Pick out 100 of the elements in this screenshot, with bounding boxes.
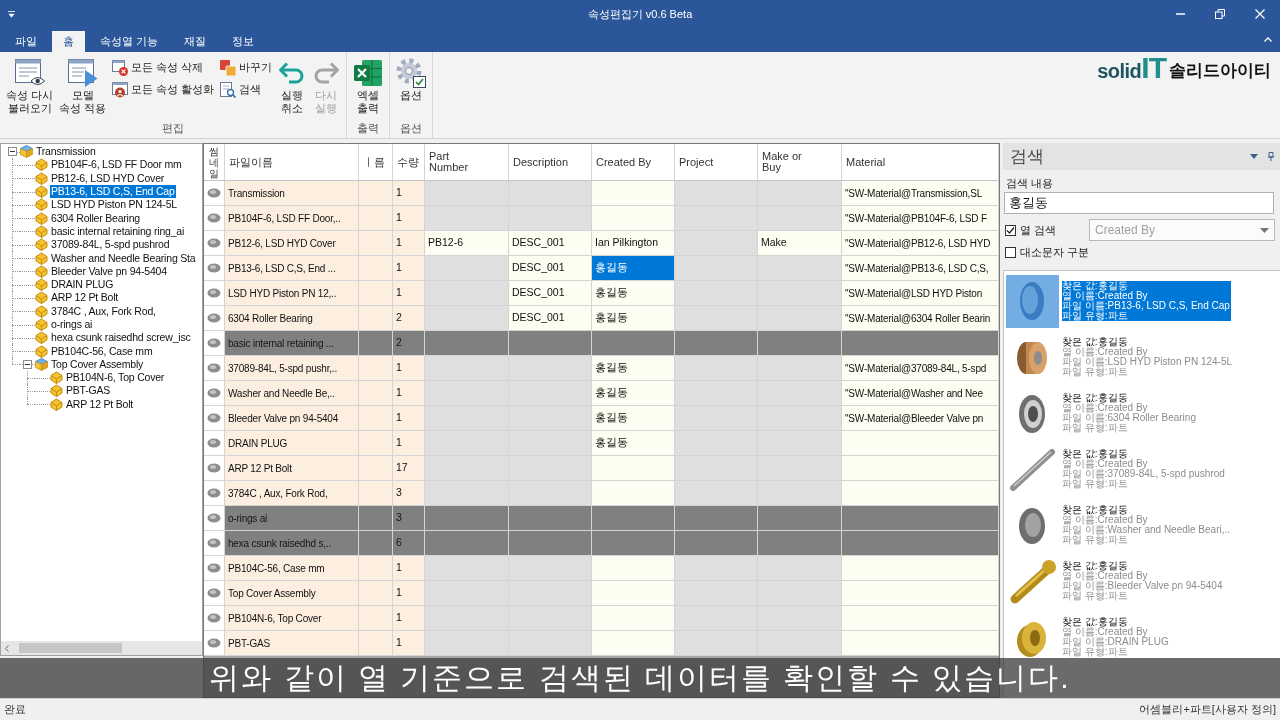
scroll-left-icon[interactable] — [5, 644, 9, 652]
checkbox-label: 대소문자 구분 — [1020, 245, 1090, 259]
column-header[interactable]: Make or Buy — [758, 144, 842, 180]
column-header[interactable]: 파일이름 — [225, 144, 359, 180]
checkbox[interactable] — [1005, 246, 1016, 258]
checkbox[interactable] — [1005, 224, 1016, 236]
tree-item[interactable]: PB104N-6, Top Cover — [65, 371, 166, 385]
table-cell: 1 — [393, 256, 425, 280]
column-header[interactable]: Material — [842, 144, 999, 180]
horizontal-scrollbar[interactable] — [1, 641, 202, 655]
dropdown-arrow-icon[interactable] — [8, 10, 15, 18]
search-result[interactable]: 찾은 값:홍길동 열 이름:Created By 파일 이름:Bleeder Valve pn 94-5404 파일 유형:파트 — [1062, 561, 1224, 601]
caret-down-icon[interactable] — [1250, 154, 1258, 159]
tree-item[interactable]: basic internal retaining ring_ai — [50, 224, 186, 238]
search-result[interactable]: 찾은 값:홍길동 열 이름:Created By 파일 이름:Washer and Needle Beari,.. 파일 유형:파트 — [1062, 505, 1232, 545]
table-cell: Washer and Needle Be,.. — [225, 381, 359, 405]
tree-item[interactable]: Transmission — [35, 145, 97, 159]
table-cell: 3784C , Aux, Fork Rod, — [225, 481, 359, 505]
logo-mark: IT — [1141, 54, 1166, 81]
ribbon-tab[interactable]: 정보 — [221, 31, 266, 52]
ribbon-button[interactable]: 검색 — [217, 79, 274, 100]
table-cell: hexa csunk raisedhd s,.. — [225, 531, 359, 555]
ribbon-tab[interactable]: 홈 — [52, 31, 85, 52]
ribbon-tab[interactable]: 속성열 기능 — [89, 31, 170, 52]
minimize-icon[interactable] — [1175, 13, 1185, 15]
pin-icon[interactable] — [1268, 152, 1274, 161]
tree-item[interactable]: PB13-6, LSD C,S, End Cap — [50, 185, 176, 199]
tree-item[interactable]: PB104C-56, Case mm — [50, 344, 154, 358]
table-cell: DESC_001 — [509, 306, 592, 330]
tree-item[interactable]: 6304 Roller Bearing — [50, 211, 141, 225]
replace-icon — [219, 59, 236, 76]
collapse-icon[interactable] — [23, 359, 32, 369]
part-thumbnail-icon — [207, 288, 221, 298]
ribbon-button[interactable]: 실행 취소 — [274, 57, 309, 115]
table-cell: "SW-Material@LSD HYD Piston — [842, 281, 999, 305]
tree-item[interactable]: o-rings ai — [50, 318, 94, 331]
ribbon-tab[interactable]: 재질 — [173, 31, 218, 52]
table-cell: 1 — [393, 181, 425, 205]
chevron-down-icon — [1260, 227, 1269, 233]
logo-text: 솔리드아이티 — [1169, 62, 1271, 80]
block-icon — [35, 344, 48, 358]
ribbon-button[interactable]: 엑셀 출력 — [349, 57, 386, 115]
search-result[interactable]: 찾은 값:홍길동 열 이름:Created By 파일 이름:PB13-6, LSD C,S, End Cap 파일 유형:파트 — [1062, 281, 1231, 321]
column-header[interactable]: Description — [509, 144, 592, 180]
ribbon-button[interactable]: 옵션 — [392, 57, 429, 102]
block-icon — [35, 171, 48, 185]
table-cell: 1 — [393, 431, 425, 455]
ribbon-tab[interactable]: 파일 — [4, 31, 48, 52]
block-icon — [35, 238, 48, 252]
ribbon-button[interactable]: 모든 속성 삭제 — [110, 57, 216, 78]
column-header[interactable]: 썸네일 — [204, 144, 225, 180]
table-cell: 1 — [393, 281, 425, 305]
table-cell: 홍길동 — [592, 406, 675, 430]
collapse-icon[interactable] — [8, 147, 17, 157]
tree-item[interactable]: PB12-6, LSD HYD Cover — [50, 171, 166, 185]
column-header[interactable]: 수량 — [393, 144, 425, 180]
tree-item[interactable]: 3784C , Aux, Fork Rod, — [50, 304, 157, 318]
status-text: 완료 — [4, 702, 26, 718]
ribbon-button[interactable]: 속성 다시 불러오기 — [3, 57, 57, 115]
table-cell: Top Cover Assembly — [225, 581, 359, 605]
window-delete-icon — [112, 59, 129, 76]
tree-item[interactable]: PB104F-6, LSD FF Door mm — [50, 158, 183, 172]
ribbon-button[interactable]: 모델 속성 적용 — [56, 57, 110, 115]
table-cell: 홍길동 — [592, 356, 675, 380]
block-icon — [35, 318, 48, 331]
tree-item[interactable]: LSD HYD Piston PN 124-5L — [50, 198, 178, 212]
table-cell: 홍길동 — [592, 381, 675, 405]
block-icon — [50, 397, 63, 411]
ribbon-button[interactable]: 바꾸기 — [217, 57, 274, 78]
column-header[interactable]: Project — [675, 144, 758, 180]
search-result[interactable]: 찾은 값:홍길동 열 이름:Created By 파일 이름:DRAIN PLUG 파일 유형:파트 — [1062, 617, 1170, 657]
tree-item[interactable]: DRAIN PLUG — [50, 278, 115, 292]
column-header[interactable]: ㅣ름 — [359, 144, 393, 180]
search-result[interactable]: 찾은 값:홍길동 열 이름:Created By 파일 이름:37089-84L, 5-spd pushrod 파일 유형:파트 — [1062, 449, 1226, 489]
ribbon-button[interactable]: 모든 속성 활성화 — [110, 79, 216, 100]
table-cell: 1 — [393, 356, 425, 380]
tree-item[interactable]: Washer and Needle Bearing Sta — [50, 251, 197, 265]
tree-item[interactable]: 37089-84L, 5-spd pushrod — [50, 238, 171, 252]
tree-item[interactable]: Top Cover Assembly — [50, 357, 145, 371]
cube-icon — [35, 357, 48, 371]
search-result[interactable]: 찾은 값:홍길동 열 이름:Created By 파일 이름:LSD HYD Piston PN 124-5L 파일 유형:파트 — [1062, 337, 1234, 377]
column-header[interactable]: Created By — [592, 144, 675, 180]
tree-item[interactable]: ARP 12 Pt Bolt — [65, 397, 135, 411]
table-cell: "SW-Material@PB13-6, LSD C,S, — [842, 256, 999, 280]
part-thumbnail-icon — [207, 388, 221, 398]
tree-item[interactable]: ARP 12 Pt Bolt — [50, 291, 120, 305]
block-icon — [50, 384, 63, 398]
close-icon[interactable] — [1255, 9, 1265, 19]
column-header[interactable]: Part Number — [425, 144, 509, 180]
tree-item[interactable]: PBT-GAS — [65, 384, 112, 398]
tree-item[interactable]: hexa csunk raisedhd screw_isc — [50, 331, 192, 345]
tree-item[interactable]: Bleeder Valve pn 94-5404 — [50, 264, 168, 278]
part-thumbnail-icon — [207, 188, 221, 198]
table-cell: 홍길동 — [592, 306, 675, 330]
search-result[interactable]: 찾은 값:홍길동 열 이름:Created By 파일 이름:6304 Roller Bearing 파일 유형:파트 — [1062, 393, 1197, 433]
table-cell: 3 — [393, 481, 425, 505]
restore-icon[interactable] — [1215, 9, 1225, 19]
scrollbar-thumb[interactable] — [19, 643, 122, 653]
search-field[interactable]: 홍길동 — [1004, 192, 1274, 214]
chevron-up-icon[interactable] — [1264, 37, 1272, 42]
